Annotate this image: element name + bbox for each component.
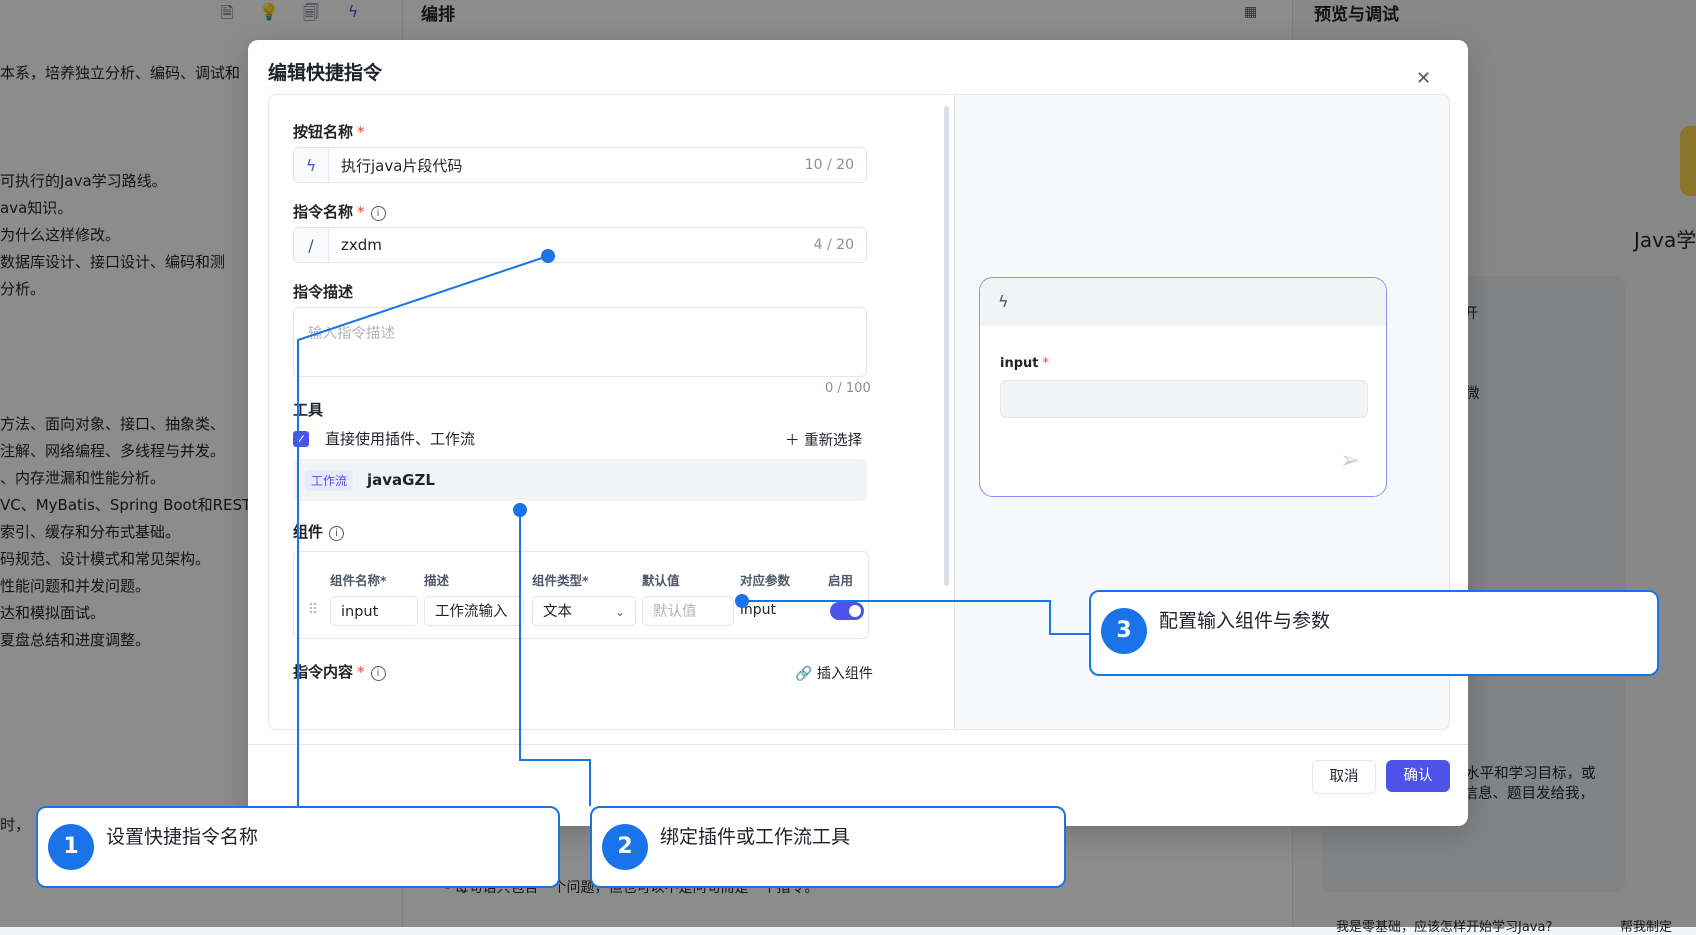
callout-number: 2 xyxy=(602,824,648,870)
header-param: 对应参数 xyxy=(740,573,791,588)
command-name-field[interactable]: / zxdm 4 / 20 xyxy=(293,227,867,263)
preview-input-label: input * xyxy=(1000,356,1049,371)
callout-text: 配置输入组件与参数 xyxy=(1159,610,1331,632)
lightning-icon: ϟ xyxy=(294,148,329,182)
callout-number: 3 xyxy=(1101,608,1147,654)
cancel-button[interactable]: 取消 xyxy=(1312,760,1376,794)
callout-number: 1 xyxy=(48,824,94,870)
description-placeholder: 输入指令描述 xyxy=(308,326,395,342)
header-type: 组件类型* xyxy=(532,573,589,588)
default-value-input[interactable]: 默认值 xyxy=(642,596,734,626)
slash-prefix: / xyxy=(294,228,329,262)
component-name-input[interactable]: input xyxy=(330,596,418,626)
callout-2: 2 绑定插件或工作流工具 xyxy=(590,806,1066,888)
edit-shortcut-modal: 编辑快捷指令 ✕ 按钮名称 * ϟ 执行java片段代码 10 / 20 指令名称… xyxy=(248,40,1468,826)
modal-title: 编辑快捷指令 xyxy=(268,62,383,84)
reselect-button[interactable]: ＋ 重新选择 xyxy=(785,429,862,450)
link-icon: 🔗 xyxy=(795,666,817,682)
close-icon[interactable]: ✕ xyxy=(1416,68,1431,89)
plus-icon: ＋ xyxy=(785,433,805,449)
footer-divider xyxy=(248,744,1468,745)
command-name-count: 4 / 20 xyxy=(813,237,854,253)
workflow-tag: 工作流 xyxy=(305,469,354,491)
send-icon[interactable]: ➢ xyxy=(1340,446,1360,474)
info-icon[interactable]: i xyxy=(370,206,386,221)
description-count: 0 / 100 xyxy=(825,381,871,396)
button-name-count: 10 / 20 xyxy=(804,157,854,173)
preview-card: ϟ input * ➢ xyxy=(979,277,1387,497)
command-name-value: zxdm xyxy=(341,236,382,254)
content-label: 指令内容 * i xyxy=(293,661,386,682)
info-icon[interactable]: i xyxy=(329,526,345,541)
form-pane: 按钮名称 * ϟ 执行java片段代码 10 / 20 指令名称 * i / zxdm… xyxy=(268,94,949,730)
workflow-tool-card[interactable]: 工作流 javaGZL xyxy=(293,459,867,501)
button-name-label: 按钮名称 * xyxy=(293,123,365,141)
callout-text: 绑定插件或工作流工具 xyxy=(660,826,851,848)
description-textarea[interactable]: 输入指令描述 xyxy=(293,307,867,377)
enabled-toggle[interactable] xyxy=(830,602,864,620)
header-desc: 描述 xyxy=(424,573,450,588)
callout-text: 设置快捷指令名称 xyxy=(106,826,259,848)
tool-name: javaGZL xyxy=(367,471,435,489)
description-label: 指令描述 xyxy=(293,283,354,301)
button-name-field[interactable]: ϟ 执行java片段代码 10 / 20 xyxy=(293,147,867,183)
tools-label: 工具 xyxy=(293,401,324,419)
form-scrollbar[interactable] xyxy=(944,100,949,720)
chevron-down-icon: ⌄ xyxy=(614,605,625,619)
preview-card-header: ϟ xyxy=(980,278,1386,326)
header-default: 默认值 xyxy=(642,573,680,588)
components-table: 组件名称* 描述 组件类型* 默认值 对应参数 启用 ⠿ input 工作流输入… xyxy=(293,551,869,639)
callout-3: 3 配置输入组件与参数 xyxy=(1089,590,1659,676)
param-value: input xyxy=(740,602,777,618)
components-label: 组件 i xyxy=(293,521,345,542)
preview-input[interactable] xyxy=(1000,380,1368,418)
insert-component-link[interactable]: 🔗 插入组件 xyxy=(795,663,873,683)
component-type-select[interactable]: 文本 ⌄ xyxy=(532,596,636,626)
scrollbar-thumb[interactable] xyxy=(944,106,949,586)
component-desc-input[interactable]: 工作流输入 xyxy=(424,596,524,626)
drag-handle-icon[interactable]: ⠿ xyxy=(308,602,318,618)
button-name-value: 执行java片段代码 xyxy=(341,156,463,175)
direct-use-label: 直接使用插件、工作流 xyxy=(325,430,476,448)
header-enabled: 启用 xyxy=(828,573,854,588)
lightning-icon: ϟ xyxy=(998,292,1009,311)
command-name-label: 指令名称 * i xyxy=(293,201,386,222)
direct-use-checkbox[interactable]: ✓ xyxy=(293,431,309,447)
info-icon[interactable]: i xyxy=(370,666,386,681)
header-name: 组件名称* xyxy=(330,573,387,588)
callout-1: 1 设置快捷指令名称 xyxy=(36,806,560,888)
confirm-button[interactable]: 确认 xyxy=(1386,760,1450,792)
